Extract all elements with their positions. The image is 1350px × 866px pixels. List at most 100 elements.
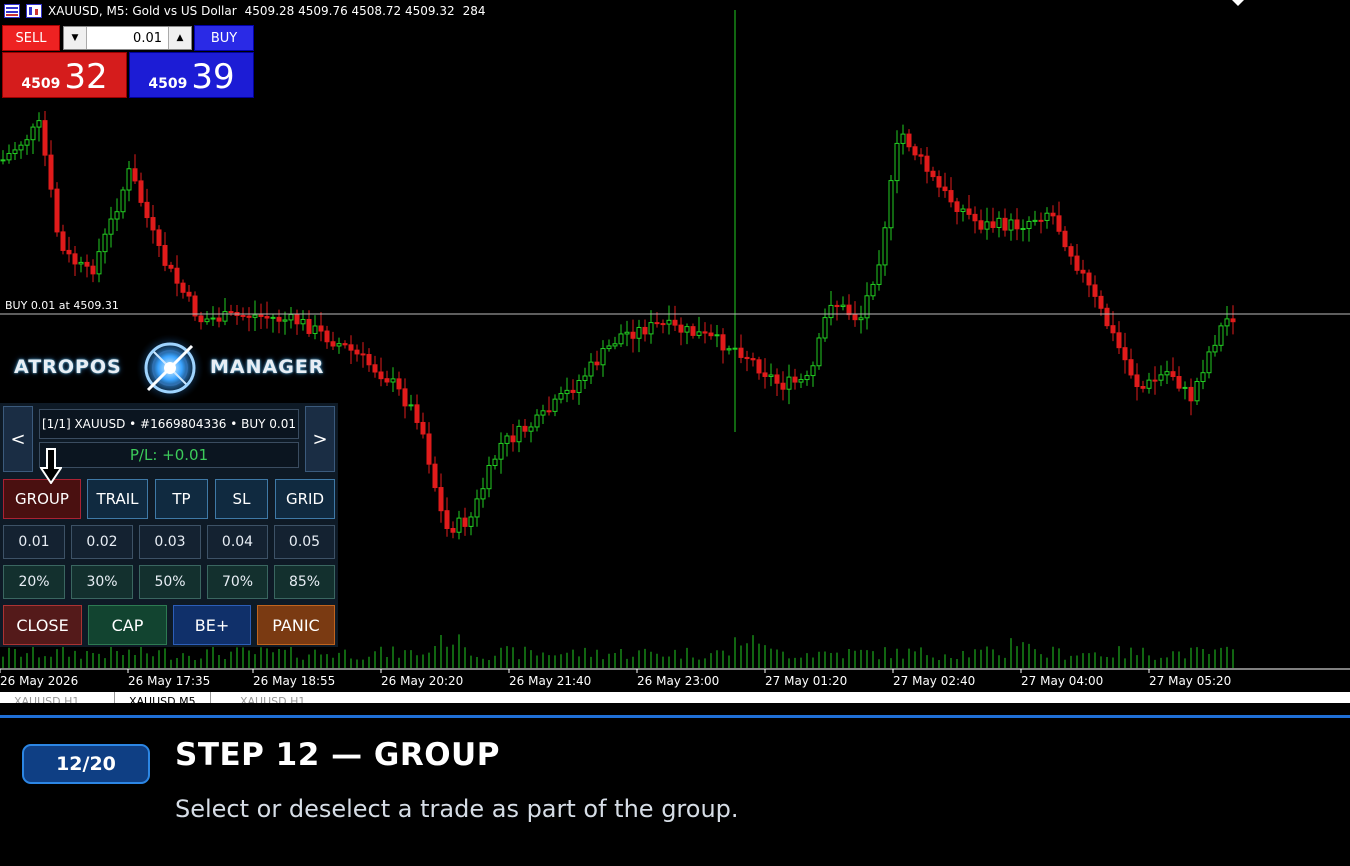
candle [930, 166, 936, 182]
lot-size-field[interactable]: ▼ 0.01 ▲ [63, 26, 192, 50]
candle [936, 170, 942, 198]
candle [630, 319, 636, 353]
panic-button[interactable]: PANIC [257, 605, 335, 645]
candle [402, 378, 408, 419]
candle [1134, 363, 1140, 401]
candle [672, 305, 678, 331]
candle [834, 300, 840, 321]
logo-emblem-icon [136, 334, 204, 402]
candle [480, 477, 486, 508]
candle [132, 154, 138, 184]
lot-size-value[interactable]: 0.01 [87, 31, 168, 46]
buy-price-button[interactable]: 4509 39 [129, 52, 254, 98]
candle [690, 323, 696, 339]
candle [660, 319, 666, 334]
percent-close-button[interactable]: 50% [139, 565, 201, 599]
chart-tab-active[interactable]: XAUUSD,M5 [114, 692, 211, 703]
tp-mode-button[interactable]: TP [155, 479, 208, 519]
time-axis: 26 May 2026 26 May 17:35 26 May 18:55 26 Ma… [0, 669, 1231, 688]
candle [390, 367, 396, 393]
candle [96, 238, 102, 283]
candle [750, 352, 756, 367]
sell-price-button[interactable]: 4509 32 [2, 52, 127, 98]
time-label: 27 May 04:00 [1021, 674, 1103, 688]
candle [438, 473, 444, 523]
candle [408, 394, 414, 411]
ohlc-values: 4509.28 4509.76 4508.72 4509.32 [244, 4, 455, 18]
candle [12, 141, 18, 160]
cap-button[interactable]: CAP [88, 605, 167, 645]
one-click-trading-icon[interactable] [26, 4, 42, 18]
time-label: 26 May 20:20 [381, 674, 463, 688]
candle [858, 305, 864, 334]
lot-decrease-icon[interactable]: ▼ [64, 27, 87, 49]
close-button[interactable]: CLOSE [3, 605, 82, 645]
candle [234, 304, 240, 325]
candle [78, 256, 84, 273]
candle [186, 285, 192, 302]
lot-preset-button[interactable]: 0.03 [139, 525, 201, 559]
lot-increase-icon[interactable]: ▲ [168, 27, 191, 49]
trail-mode-button[interactable]: TRAIL [87, 479, 148, 519]
candle [876, 250, 882, 291]
candle [1224, 306, 1230, 336]
logo-word-right: MANAGER [210, 356, 325, 378]
step-description: Select or deselect a trade as part of th… [175, 795, 739, 823]
group-mode-button[interactable]: GROUP [3, 479, 81, 519]
candle [1200, 359, 1206, 390]
chart-tab[interactable]: XAUUSD,H1 [14, 692, 79, 703]
candle [1218, 322, 1224, 352]
candle [1026, 216, 1032, 242]
candle [486, 456, 492, 498]
candle [1044, 207, 1050, 229]
candle [906, 129, 912, 152]
chart-shift-marker[interactable] [1232, 0, 1244, 6]
sell-button[interactable]: SELL [2, 25, 60, 51]
candle [156, 225, 162, 257]
candle [474, 489, 480, 527]
percent-close-button[interactable]: 20% [3, 565, 65, 599]
candle [810, 361, 816, 387]
candle [1188, 378, 1194, 416]
chart-menu-icon[interactable] [4, 4, 20, 18]
candle [462, 507, 468, 536]
spread-value: 284 [462, 4, 486, 18]
time-label: 26 May 23:00 [637, 674, 719, 688]
prev-trade-button[interactable]: < [3, 406, 33, 472]
candle [726, 345, 732, 355]
candle [870, 281, 876, 300]
sl-mode-button[interactable]: SL [215, 479, 268, 519]
lot-preset-button[interactable]: 0.05 [274, 525, 335, 559]
candle [582, 367, 588, 390]
candle [366, 348, 372, 372]
next-trade-button[interactable]: > [305, 406, 335, 472]
tutorial-accent-bar [0, 715, 1350, 718]
chart-tab[interactable]: XAUUSD,H1 [240, 692, 305, 703]
break-even-plus-button[interactable]: BE+ [173, 605, 251, 645]
candle [204, 311, 210, 325]
candle [288, 307, 294, 329]
candle [960, 204, 966, 222]
candle [492, 454, 498, 470]
candle [798, 373, 804, 388]
lot-preset-button[interactable]: 0.04 [207, 525, 268, 559]
candle [948, 177, 954, 208]
lot-preset-button[interactable]: 0.01 [3, 525, 65, 559]
candle [552, 394, 558, 417]
candle [774, 368, 780, 396]
candle [1194, 377, 1200, 406]
candle [822, 308, 828, 342]
candle [18, 141, 24, 159]
percent-close-button[interactable]: 30% [71, 565, 133, 599]
candle [162, 232, 168, 272]
percent-close-button[interactable]: 70% [207, 565, 268, 599]
candle [84, 254, 90, 278]
buy-button[interactable]: BUY [194, 25, 254, 51]
grid-mode-button[interactable]: GRID [275, 479, 335, 519]
candle [972, 206, 978, 234]
candle [978, 209, 984, 234]
lot-preset-button[interactable]: 0.02 [71, 525, 133, 559]
candle [714, 325, 720, 348]
candle [738, 334, 744, 364]
percent-close-button[interactable]: 85% [274, 565, 335, 599]
